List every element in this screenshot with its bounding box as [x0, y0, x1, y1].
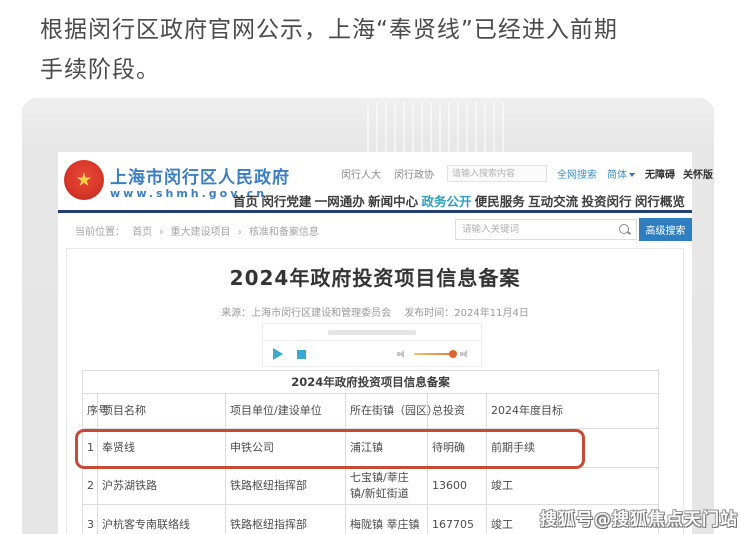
- article-source: 来源：上海市闵行区建设和管理委员会: [221, 308, 391, 319]
- volume-slider-knob[interactable]: [449, 350, 457, 358]
- col-header-town: 所在街镇（园区）: [346, 394, 428, 429]
- table-header-row: 序号 项目名称 项目单位/建设单位 所在街镇（园区） 总投资 2024年度目标: [83, 394, 659, 429]
- advanced-search-button[interactable]: 高级搜索: [639, 218, 692, 241]
- utility-bar: 闵行人大 闵行政协 全网搜索 简体 无障碍 关怀版: [341, 164, 689, 182]
- intro-line-1: 根据闵行区政府官网公示，上海“奉贤线”已经进入前期: [40, 17, 618, 43]
- search-icon[interactable]: [618, 223, 632, 237]
- nav-services[interactable]: 便民服务: [475, 191, 525, 210]
- link-zhengxie[interactable]: 闵行政协: [394, 166, 434, 181]
- language-dropdown[interactable]: 简体: [607, 166, 635, 181]
- site-search-input[interactable]: [447, 165, 547, 182]
- nav-gov-disclosure[interactable]: 政务公开: [421, 191, 471, 210]
- breadcrumb-major-projects[interactable]: 重大建设项目: [171, 227, 231, 238]
- col-header-investment: 总投资: [428, 394, 487, 429]
- table-caption-row: 2024年政府投资项目信息备案: [83, 371, 659, 394]
- breadcrumb: 当前位置： 首页 › 重大建设项目 › 核准和备案信息: [75, 223, 323, 238]
- col-header-index: 序号: [83, 394, 98, 429]
- nav-one-portal[interactable]: 一网通办: [315, 191, 365, 210]
- national-emblem-icon: ★: [64, 160, 104, 200]
- gov-site-panel: ★ 上海市闵行区人民政府 www.shmh.gov.cn 闵行人大 闵行政协 全…: [58, 152, 692, 534]
- stop-icon[interactable]: [297, 350, 306, 359]
- global-search-link[interactable]: 全网搜索: [557, 166, 597, 181]
- nav-party[interactable]: 闵行党建: [261, 191, 311, 210]
- table-caption: 2024年政府投资项目信息备案: [83, 371, 659, 394]
- breadcrumb-home[interactable]: 首页: [132, 227, 152, 238]
- chevron-down-icon: [629, 173, 635, 177]
- intro-line-2: 手续阶段。: [40, 57, 160, 83]
- nav-overview[interactable]: 闵行概览: [635, 191, 685, 210]
- watermark: 搜狐号@搜狐焦点天门站: [540, 505, 738, 530]
- site-title: 上海市闵行区人民政府: [110, 163, 290, 188]
- page: 根据闵行区政府官网公示，上海“奉贤线”已经进入前期 手续阶段。 ★ 上海市闵行区…: [0, 0, 740, 534]
- nav-invest[interactable]: 投资闵行: [582, 191, 632, 210]
- breadcrumb-separator: ›: [238, 227, 242, 238]
- nav-interaction[interactable]: 互动交流: [528, 191, 578, 210]
- breadcrumb-separator: ›: [159, 227, 163, 238]
- keyword-search-input[interactable]: [456, 224, 618, 235]
- article-title: 2024年政府投资项目信息备案: [58, 262, 692, 291]
- embedded-screenshot: ★ 上海市闵行区人民政府 www.shmh.gov.cn 闵行人大 闵行政协 全…: [22, 98, 714, 534]
- volume-slider[interactable]: [414, 353, 454, 355]
- keyword-search-box: [455, 219, 637, 240]
- volume-group: [397, 349, 471, 359]
- player-caption-blur: [328, 330, 416, 335]
- link-renda[interactable]: 闵行人大: [341, 166, 381, 181]
- nav-news[interactable]: 新闻中心: [368, 191, 418, 210]
- breadcrumb-filing-info[interactable]: 核准和备案信息: [249, 227, 319, 238]
- intro-paragraph: 根据闵行区政府官网公示，上海“奉贤线”已经进入前期 手续阶段。: [40, 10, 710, 90]
- nav-divider: [58, 210, 692, 213]
- table-row: 2 沪苏湖铁路 铁路枢纽指挥部 七宝镇/莘庄镇/新虹街道 13600 竣工: [83, 468, 659, 505]
- audio-player: [262, 323, 482, 367]
- breadcrumb-label: 当前位置：: [75, 227, 125, 238]
- main-nav: 首页 闵行党建 一网通办 新闻中心 政务公开 便民服务 互动交流 投资闵行 闵行…: [233, 190, 685, 210]
- care-mode-link[interactable]: 关怀版: [683, 166, 713, 181]
- col-header-goal: 2024年度目标: [487, 394, 659, 429]
- table-row: 1 奉贤线 申铁公司 浦江镇 待明确 前期手续: [83, 429, 659, 468]
- nav-home[interactable]: 首页: [233, 191, 258, 210]
- volume-down-icon[interactable]: [397, 349, 408, 359]
- article-publish-time: 发布时间：2024年11月4日: [404, 308, 529, 319]
- article-meta: 来源：上海市闵行区建设和管理委员会 发布时间：2024年11月4日: [58, 304, 692, 319]
- player-controls: [263, 341, 481, 367]
- play-icon[interactable]: [273, 348, 283, 360]
- player-caption: [263, 324, 481, 341]
- volume-up-icon[interactable]: [460, 349, 471, 359]
- col-header-unit: 项目单位/建设单位: [226, 394, 346, 429]
- accessibility-link[interactable]: 无障碍: [645, 166, 675, 181]
- col-header-project: 项目名称: [98, 394, 226, 429]
